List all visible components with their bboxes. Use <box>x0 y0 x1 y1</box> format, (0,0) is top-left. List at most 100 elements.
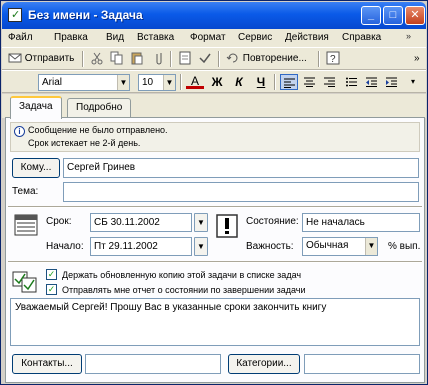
task-window: ✓ Без имени - Задача _ □ ✕ Файл Правка В… <box>0 0 428 385</box>
toolbar-separator <box>180 74 182 90</box>
bold-button[interactable]: Ж <box>208 74 226 90</box>
due-date-field[interactable]: СБ 30.11.2002 <box>90 213 192 232</box>
attach-icon <box>156 53 162 65</box>
address-book-button[interactable] <box>178 51 192 67</box>
info-bar: i Сообщение не было отправлено. Срок ист… <box>10 122 420 152</box>
send-button[interactable]: Отправить <box>8 51 74 67</box>
due-date-dropdown[interactable]: ▼ <box>194 213 208 232</box>
close-button[interactable]: ✕ <box>405 6 425 25</box>
categories-button[interactable]: Категории... <box>228 354 300 374</box>
contacts-button[interactable]: Контакты... <box>12 354 82 374</box>
align-right-icon <box>323 77 335 87</box>
recurrence-button[interactable]: Повторение... <box>226 51 307 67</box>
italic-button[interactable]: К <box>230 74 248 90</box>
toolbar-separator <box>218 51 220 67</box>
maximize-button[interactable]: □ <box>383 6 403 25</box>
increase-indent-button[interactable] <box>382 74 400 90</box>
help-icon: ? <box>326 51 340 65</box>
font-size-value: 10 <box>142 77 154 88</box>
toolbar-overflow[interactable]: » <box>414 51 420 67</box>
menu-format[interactable]: Формат <box>190 32 226 43</box>
menu-actions[interactable]: Действия <box>285 32 329 43</box>
align-left-button[interactable] <box>280 74 298 90</box>
formatting-overflow[interactable]: ▾ <box>404 74 422 90</box>
menu-tools[interactable]: Сервис <box>238 32 272 43</box>
cut-button[interactable] <box>90 51 104 67</box>
send-report-checkbox[interactable]: ✓ <box>46 284 57 295</box>
font-color-button[interactable]: A <box>186 74 204 89</box>
to-button[interactable]: Кому... <box>12 158 60 178</box>
check-names-button[interactable] <box>198 51 212 67</box>
tab-strip: Задача Подробно <box>2 94 426 119</box>
menu-overflow-icon[interactable]: » <box>406 31 411 41</box>
info-message: Сообщение не было отправлено. <box>28 125 168 135</box>
menu-help[interactable]: Справка <box>342 32 381 43</box>
align-center-icon <box>303 77 315 87</box>
copy-icon <box>110 51 123 65</box>
paste-icon <box>131 52 143 65</box>
contacts-field[interactable] <box>85 354 221 374</box>
status-label: Состояние: <box>246 216 299 227</box>
standard-toolbar: Отправить Повторение... ? » <box>2 47 426 70</box>
menu-insert[interactable]: Вставка <box>137 32 174 43</box>
due-label: Срок: <box>46 216 72 227</box>
priority-value: Обычная <box>306 240 349 251</box>
recurrence-icon <box>226 53 238 63</box>
start-date-field[interactable]: Пт 29.11.2002 <box>90 237 192 256</box>
task-body-text[interactable]: Уважаемый Сергей! Прошу Вас в указанные … <box>10 298 420 346</box>
send-label: Отправить <box>24 53 75 64</box>
underline-button[interactable]: Ч <box>252 74 270 90</box>
task-panel: i Сообщение не было отправлено. Срок ист… <box>5 117 425 383</box>
calendar-icon <box>14 214 38 236</box>
info-icon: i <box>14 126 25 137</box>
copy-button[interactable] <box>110 51 124 67</box>
font-select[interactable]: Arial ▼ <box>38 74 130 91</box>
decrease-indent-button[interactable] <box>362 74 380 90</box>
tab-details[interactable]: Подробно <box>67 98 132 118</box>
send-report-label: Отправлять мне отчет о состоянии по заве… <box>62 285 306 295</box>
toolbar-separator <box>82 51 84 67</box>
divider <box>8 206 422 208</box>
title-bar[interactable]: ✓ Без имени - Задача _ □ ✕ <box>2 2 426 29</box>
menu-edit[interactable]: Правка <box>54 32 88 43</box>
minimize-button[interactable]: _ <box>361 6 381 25</box>
menu-file[interactable]: Файл <box>8 32 33 43</box>
increase-indent-icon <box>385 77 397 87</box>
menu-bar: Файл Правка Вид Вставка Формат Сервис Де… <box>2 29 426 47</box>
chevron-down-icon[interactable]: ▼ <box>117 75 129 90</box>
keep-copy-label: Держать обновленную копию этой задачи в … <box>62 270 302 280</box>
decrease-indent-icon <box>365 77 377 87</box>
formatting-toolbar: Arial ▼ 10 ▼ A Ж К Ч ▾ <box>2 70 426 93</box>
chevron-down-icon[interactable]: ▼ <box>163 75 175 90</box>
tab-task[interactable]: Задача <box>10 96 62 119</box>
paste-button[interactable] <box>130 51 144 67</box>
menu-view[interactable]: Вид <box>106 32 124 43</box>
percent-complete-label: % вып. <box>388 241 421 252</box>
priority-label: Важность: <box>246 241 294 252</box>
recurrence-label: Повторение... <box>242 53 307 64</box>
attach-button[interactable] <box>152 51 166 67</box>
chevron-down-icon[interactable]: ▼ <box>365 238 377 255</box>
to-field[interactable]: Сергей Гринев <box>63 158 419 178</box>
toolbar-separator <box>318 51 320 67</box>
keep-copy-checkbox[interactable]: ✓ <box>46 269 57 280</box>
help-button[interactable]: ? <box>326 51 340 67</box>
start-date-dropdown[interactable]: ▼ <box>194 237 208 256</box>
bullets-button[interactable] <box>342 74 360 90</box>
categories-field[interactable] <box>304 354 420 374</box>
align-right-button[interactable] <box>320 74 338 90</box>
check-names-icon <box>199 53 211 64</box>
font-size-select[interactable]: 10 ▼ <box>138 74 176 91</box>
send-icon <box>8 53 22 63</box>
toolbar-separator <box>170 51 172 67</box>
start-label: Начало: <box>46 241 84 252</box>
cut-icon <box>91 53 103 65</box>
subject-label: Тема: <box>12 186 39 197</box>
subject-field[interactable] <box>63 182 419 202</box>
status-field[interactable]: Не началась <box>302 213 420 232</box>
info-due-message: Срок истекает не 2-й день. <box>28 138 141 148</box>
address-book-icon <box>179 51 191 65</box>
align-center-button[interactable] <box>300 74 318 90</box>
priority-select[interactable]: Обычная ▼ <box>302 237 378 256</box>
priority-alert-icon <box>216 214 238 238</box>
